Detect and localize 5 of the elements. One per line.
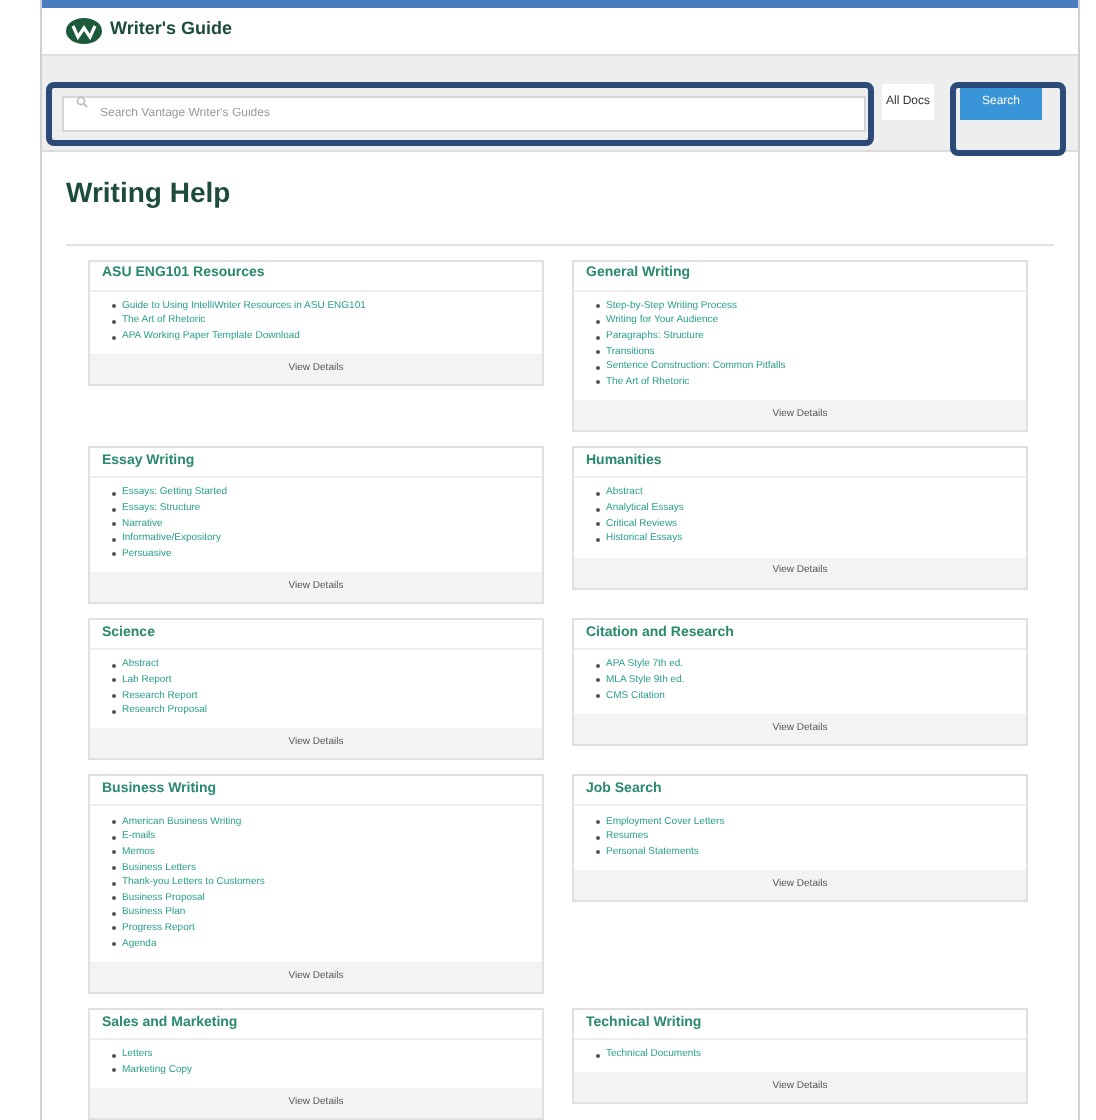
highlight-frame xyxy=(950,81,1066,156)
page-heading: Writing Help xyxy=(66,175,233,208)
logo-icon xyxy=(66,17,102,44)
site-title[interactable]: Writer's Guide xyxy=(110,16,232,44)
search-icon xyxy=(76,96,88,109)
